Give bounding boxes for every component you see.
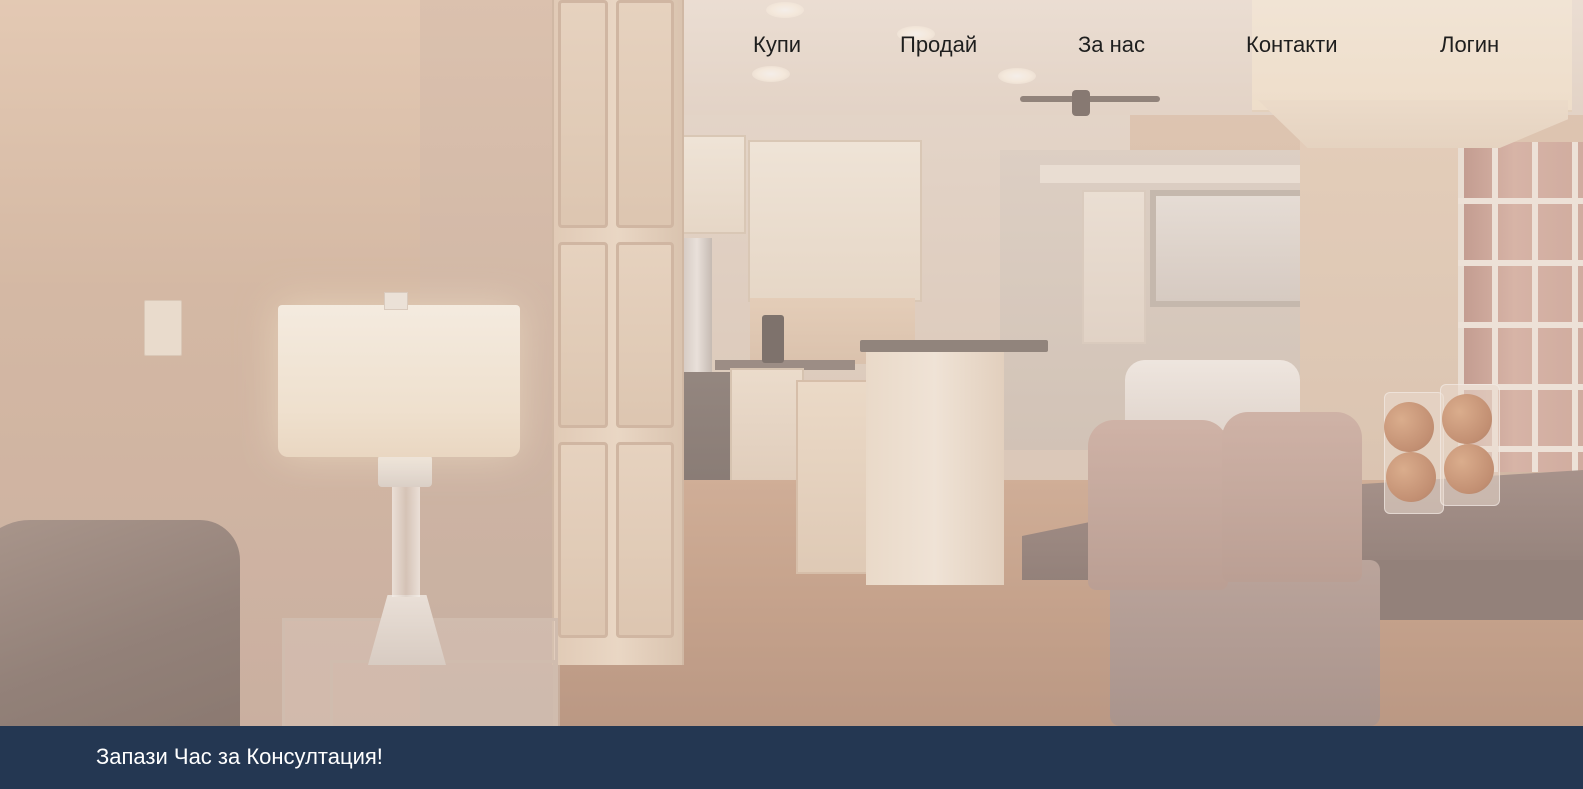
nav-link-about[interactable]: За нас bbox=[1078, 32, 1145, 58]
hero-overlay bbox=[0, 0, 1583, 726]
consultation-bar: Запази Час за Консултация! bbox=[0, 726, 1583, 789]
nav-link-contacts[interactable]: Контакти bbox=[1246, 32, 1338, 58]
main-navigation: Купи Продай За нас Контакти Логин bbox=[0, 0, 1583, 92]
hero-background-image bbox=[0, 0, 1583, 726]
nav-link-buy[interactable]: Купи bbox=[753, 32, 801, 58]
nav-link-sell[interactable]: Продай bbox=[900, 32, 977, 58]
book-consultation-link[interactable]: Запази Час за Консултация! bbox=[96, 744, 383, 770]
nav-link-login[interactable]: Логин bbox=[1440, 32, 1499, 58]
page: Купи Продай За нас Контакти Логин Запази… bbox=[0, 0, 1583, 789]
